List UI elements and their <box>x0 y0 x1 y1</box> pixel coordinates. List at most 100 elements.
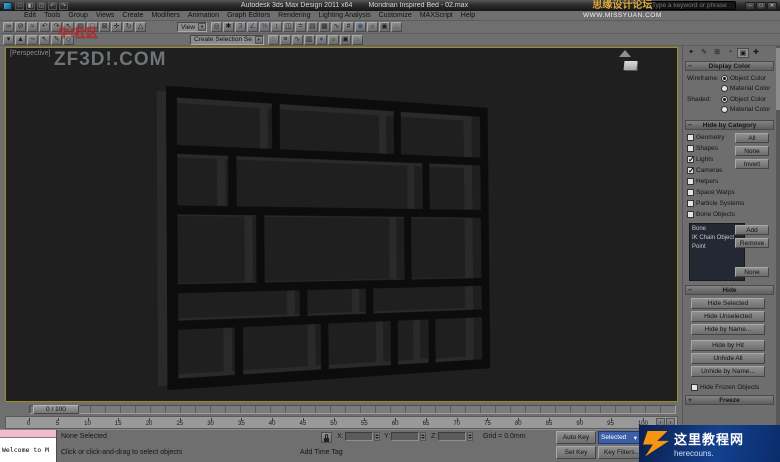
maximize-button[interactable]: □ <box>756 2 766 10</box>
curve-editor-icon[interactable]: ∿ <box>331 22 342 32</box>
macro-recorder-line[interactable] <box>0 430 56 438</box>
z-spinner[interactable] <box>467 432 473 441</box>
menu-item[interactable]: Help <box>457 11 479 21</box>
selection-tools-icon[interactable]: ↖ <box>39 35 50 45</box>
viewport-label[interactable]: [Perspective] <box>10 50 50 57</box>
percent-snap-icon[interactable]: % <box>259 22 270 32</box>
mirror-icon[interactable]: ◫ <box>283 22 294 32</box>
list-button[interactable]: Add <box>735 225 769 235</box>
track-view-icon[interactable]: ∿ <box>292 35 303 45</box>
tab-create[interactable]: ✦ <box>685 48 697 58</box>
window-crossing-toggle-icon[interactable]: ⊠ <box>99 22 110 32</box>
category-row[interactable]: Bone Objects <box>687 209 776 220</box>
minimize-button[interactable]: – <box>745 2 755 10</box>
spinner-snap-icon[interactable]: ↕ <box>271 22 282 32</box>
radio-option[interactable]: Material Color <box>721 105 770 114</box>
graphite-modeling-icon[interactable]: ▦ <box>319 22 330 32</box>
key-selection-dropdown[interactable]: Selected ▾ <box>598 431 640 444</box>
track-bar[interactable]: 0510152025303540455055606570758085909510… <box>5 416 678 429</box>
list-button[interactable]: None <box>735 267 769 277</box>
schematic-view-icon[interactable]: # <box>343 22 354 32</box>
maxscript-mini-listener[interactable]: Welcome to M <box>0 430 57 462</box>
radio-option[interactable]: Object Color <box>721 95 770 104</box>
y-spinner[interactable] <box>420 432 426 441</box>
rendered-frame-small-icon[interactable]: ▣ <box>340 35 351 45</box>
close-button[interactable]: ✕ <box>767 2 777 10</box>
save-file-icon[interactable]: ◫ <box>37 2 46 10</box>
angle-snap-icon[interactable]: ∠ <box>247 22 258 32</box>
tab-motion[interactable]: ◔ <box>724 48 736 58</box>
new-scene-icon[interactable]: □ <box>15 2 24 10</box>
select-and-link-icon[interactable]: ∞ <box>3 22 14 32</box>
menu-item[interactable]: MAXScript <box>416 11 457 21</box>
viewport-corner-triangle-icon[interactable] <box>619 50 631 57</box>
tab-display[interactable]: ▣ <box>737 48 749 58</box>
menu-item[interactable]: Views <box>92 11 119 21</box>
x-coordinate-field[interactable] <box>345 432 373 441</box>
rendered-frame-window-icon[interactable]: ▣ <box>379 22 390 32</box>
radio-option[interactable]: Object Color <box>721 74 770 83</box>
hide-button[interactable]: Hide by Name... <box>691 324 765 335</box>
menu-item[interactable]: Lighting Analysis <box>314 11 374 21</box>
hide-button[interactable]: Hide Unselected <box>691 311 765 322</box>
auto-key-button[interactable]: Auto Key <box>556 431 596 444</box>
search-input[interactable] <box>652 2 732 9</box>
category-filter-button[interactable]: All <box>735 133 769 143</box>
rollout-hide[interactable]: − Hide <box>685 285 774 295</box>
menu-item[interactable]: Tools <box>40 11 64 21</box>
listener-line[interactable]: Welcome to M <box>0 438 56 462</box>
menu-item[interactable]: Customize <box>375 11 416 21</box>
freeform-tools-icon[interactable]: ∼ <box>27 35 38 45</box>
x-spinner[interactable] <box>374 432 380 441</box>
time-slider[interactable]: 0 / 100 <box>5 404 678 415</box>
reference-coordinate-dropdown[interactable]: View ▾ <box>177 22 207 32</box>
mondrian-frame-object[interactable] <box>124 66 564 402</box>
selection-lock-toggle[interactable] <box>321 432 332 443</box>
named-selection-sets-icon[interactable]: ≡ <box>280 35 291 45</box>
menu-item[interactable]: Create <box>118 11 147 21</box>
render-setup-small-icon[interactable]: ☼ <box>328 35 339 45</box>
scene-explorer-icon[interactable]: ▥ <box>304 35 315 45</box>
material-editor-icon[interactable]: ◉ <box>355 22 366 32</box>
polygon-modeling-icon[interactable]: ▲ <box>15 35 26 45</box>
category-row[interactable]: Particle Systems <box>687 198 776 209</box>
rollout-display-color[interactable]: − Display Color <box>685 61 774 71</box>
select-and-scale-icon[interactable]: △ <box>135 22 146 32</box>
category-filter-button[interactable]: Invert <box>735 159 769 169</box>
snaps-toggle-icon[interactable]: 3 <box>235 22 246 32</box>
select-and-rotate-icon[interactable]: ↻ <box>123 22 134 32</box>
radio-option[interactable]: Material Color <box>721 84 770 93</box>
undo-icon[interactable]: ↶ <box>39 22 50 32</box>
perspective-viewport[interactable]: [Perspective] ZF3D!.COM <box>5 47 678 402</box>
menu-item[interactable]: Group <box>64 11 91 21</box>
panel-scrollbar[interactable] <box>776 46 780 429</box>
render-icon[interactable]: ♨ <box>352 35 363 45</box>
redo-small-icon[interactable]: ↷ <box>59 2 68 10</box>
menu-item[interactable]: Graph Editors <box>223 11 274 21</box>
menu-item[interactable]: Edit <box>20 11 40 21</box>
list-button[interactable]: Remove <box>735 238 769 248</box>
viewcube[interactable] <box>624 61 638 70</box>
render-setup-icon[interactable]: ☼ <box>367 22 378 32</box>
time-slider-track[interactable] <box>29 405 676 414</box>
set-key-button[interactable]: Set Key <box>556 446 596 459</box>
named-selection-set-dropdown[interactable]: Create Selection Se ▾ <box>190 35 264 45</box>
select-and-move-icon[interactable]: ✛ <box>111 22 122 32</box>
use-pivot-point-center-icon[interactable]: ◎ <box>211 22 222 32</box>
align-icon[interactable]: ≐ <box>295 22 306 32</box>
render-production-icon[interactable]: ♨ <box>391 22 402 32</box>
isolate-selection-icon[interactable]: ◌ <box>268 35 279 45</box>
tab-hierarchy[interactable]: ⊞ <box>711 48 723 58</box>
menu-item[interactable]: Modifiers <box>147 11 183 21</box>
time-slider-handle[interactable]: 0 / 100 <box>33 405 79 414</box>
layer-manager-icon[interactable]: ▤ <box>307 22 318 32</box>
add-time-tag[interactable]: Add Time Tag <box>300 449 343 456</box>
y-coordinate-field[interactable] <box>391 432 419 441</box>
rollout-freeze[interactable]: + Freeze <box>685 395 774 405</box>
hide-frozen-row[interactable]: Hide Frozen Objects <box>683 384 776 393</box>
hide-button[interactable]: Hide Selected <box>691 298 765 309</box>
category-filter-button[interactable]: None <box>735 146 769 156</box>
select-and-manipulate-icon[interactable]: ✱ <box>223 22 234 32</box>
menu-item[interactable]: Rendering <box>274 11 314 21</box>
z-coordinate-field[interactable] <box>438 432 466 441</box>
